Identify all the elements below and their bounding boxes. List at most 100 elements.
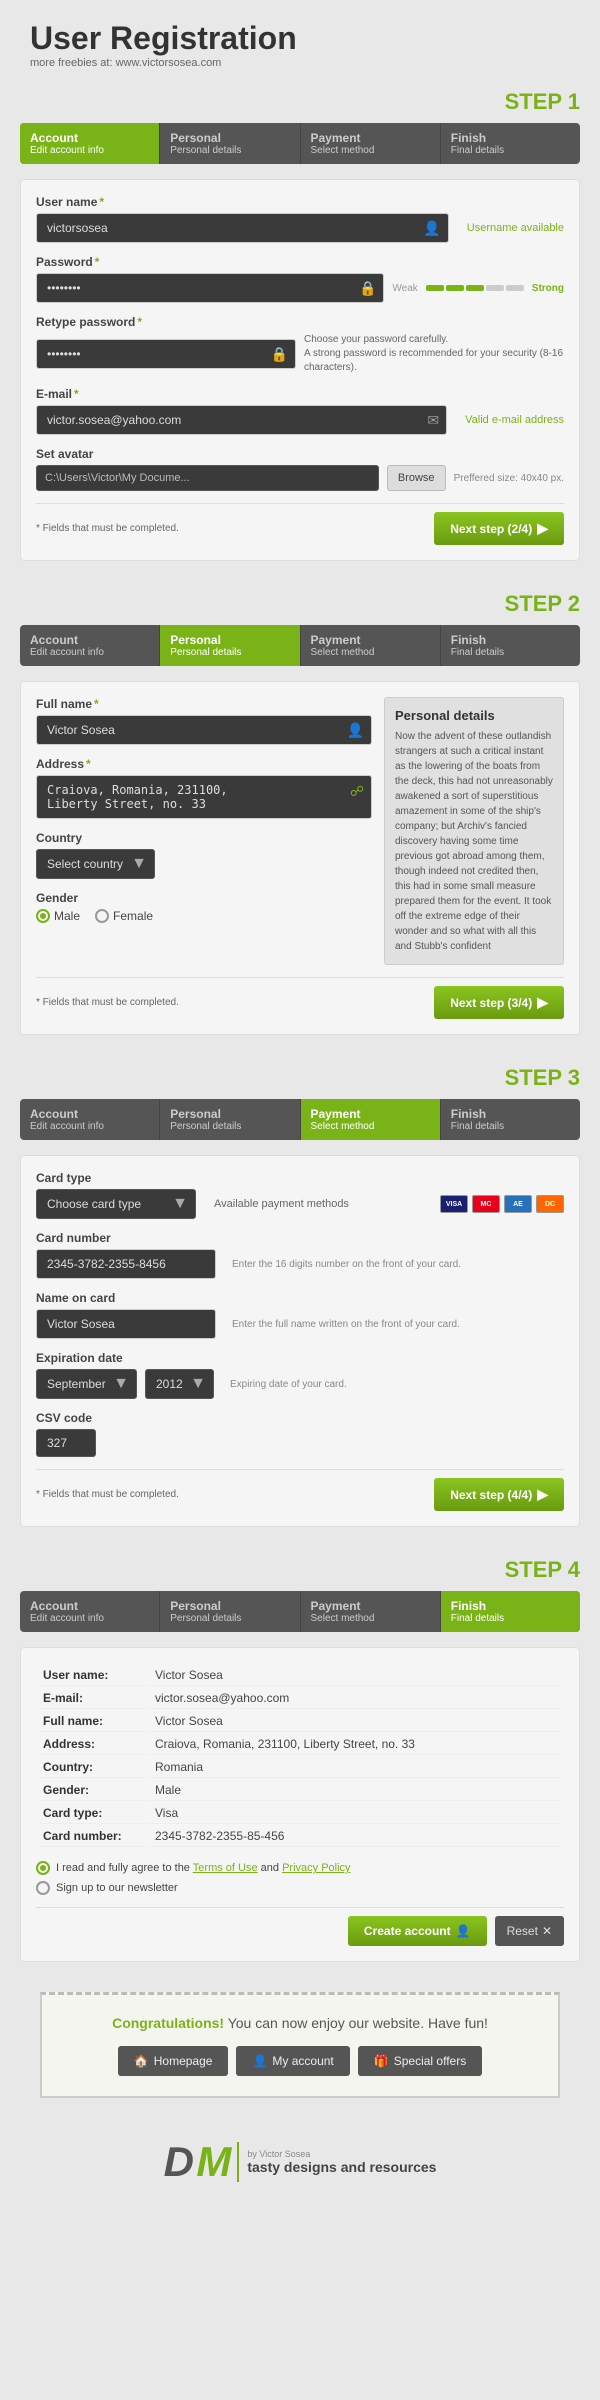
newsletter-radio[interactable] bbox=[36, 1881, 50, 1895]
month-select[interactable]: September JanuaryFebruaryMarch AprilMayJ… bbox=[36, 1369, 137, 1399]
step2-right: Personal details Now the advent of these… bbox=[384, 697, 564, 965]
retype-password-label: Retype password* bbox=[36, 315, 564, 329]
tab-account-1-sub: Edit account info bbox=[30, 145, 149, 156]
male-label: Male bbox=[54, 909, 80, 923]
retype-password-field-group: Retype password* 🔒 Choose your password … bbox=[36, 315, 564, 375]
logo-text: by Victor Sosea tasty designs and resour… bbox=[247, 2149, 436, 2175]
country-select[interactable]: Select country Romania USA bbox=[36, 849, 155, 879]
tab-payment-4[interactable]: Payment Select method bbox=[301, 1591, 441, 1632]
address-input[interactable]: Craiova, Romania, 231100, Liberty Street… bbox=[36, 775, 372, 819]
tab-personal-4[interactable]: Personal Personal details bbox=[160, 1591, 300, 1632]
summary-val-fullname: Victor Sosea bbox=[150, 1711, 562, 1732]
tab-payment-1[interactable]: Payment Select method bbox=[301, 123, 441, 164]
browse-button[interactable]: Browse bbox=[387, 465, 446, 491]
tab-payment-3[interactable]: Payment Select method bbox=[301, 1099, 441, 1140]
tab-personal-3[interactable]: Personal Personal details bbox=[160, 1099, 300, 1140]
name-on-card-label: Name on card bbox=[36, 1291, 564, 1305]
tab-account-1[interactable]: Account Edit account info bbox=[20, 123, 160, 164]
address-input-wrapper: Craiova, Romania, 231100, Liberty Street… bbox=[36, 775, 372, 819]
logo-divider bbox=[237, 2142, 239, 2182]
step4-section: STEP 4 Account Edit account info Persona… bbox=[0, 1547, 600, 1982]
logo-tagline: tasty designs and resources bbox=[247, 2159, 436, 2175]
gender-male[interactable]: Male bbox=[36, 909, 80, 923]
address-label: Address* bbox=[36, 757, 372, 771]
step2-form: Full name* 👤 Address* Craiova, Romania, … bbox=[20, 681, 580, 1035]
expiration-row: September JanuaryFebruaryMarch AprilMayJ… bbox=[36, 1369, 564, 1399]
next-step-4-button[interactable]: Next step (4/4) ▶ bbox=[434, 1478, 564, 1511]
email-valid-msg: Valid e-mail address bbox=[465, 414, 564, 426]
tab-account-3[interactable]: Account Edit account info bbox=[20, 1099, 160, 1140]
summary-key-country: Country: bbox=[38, 1757, 148, 1778]
tab-personal-1[interactable]: Personal Personal details bbox=[160, 123, 300, 164]
step2-label: STEP 2 bbox=[20, 591, 580, 617]
fullname-field-group: Full name* 👤 bbox=[36, 697, 372, 745]
tab-finish-4[interactable]: Finish Final details bbox=[441, 1591, 580, 1632]
step3-progress-tabs: Account Edit account info Personal Perso… bbox=[20, 1099, 580, 1140]
next-step-3-button[interactable]: Next step (3/4) ▶ bbox=[434, 986, 564, 1019]
tab-account-4[interactable]: Account Edit account info bbox=[20, 1591, 160, 1632]
gender-female[interactable]: Female bbox=[95, 909, 153, 923]
expiration-label: Expiration date bbox=[36, 1351, 564, 1365]
step2-progress-tabs: Account Edit account info Personal Perso… bbox=[20, 625, 580, 666]
location-icon: ☍ bbox=[350, 783, 364, 800]
name-on-card-input[interactable] bbox=[36, 1309, 216, 1339]
footer-logo: D M by Victor Sosea tasty designs and re… bbox=[0, 2118, 600, 2206]
fullname-input-wrapper: 👤 bbox=[36, 715, 372, 745]
special-offers-button[interactable]: 🎁 Special offers bbox=[358, 2046, 482, 2076]
homepage-button[interactable]: 🏠 Homepage bbox=[118, 2046, 229, 2076]
user-icon: 👤 bbox=[423, 220, 440, 237]
card-type-field-group: Card type Choose card type Visa MasterCa… bbox=[36, 1171, 564, 1219]
fullname-icon: 👤 bbox=[347, 722, 364, 739]
card-type-select[interactable]: Choose card type Visa MasterCard America… bbox=[36, 1189, 196, 1219]
card-number-row: Enter the 16 digits number on the front … bbox=[36, 1249, 564, 1279]
summary-val-gender: Male bbox=[150, 1780, 562, 1801]
create-account-button[interactable]: Create account 👤 bbox=[348, 1916, 487, 1946]
csv-input[interactable] bbox=[36, 1429, 96, 1457]
my-account-button[interactable]: 👤 My account bbox=[236, 2046, 349, 2076]
privacy-policy-link[interactable]: Privacy Policy bbox=[282, 1862, 350, 1874]
next-step-2-button[interactable]: Next step (2/4) ▶ bbox=[434, 512, 564, 545]
tab-account-1-title: Account bbox=[30, 131, 149, 145]
table-row: Gender: Male bbox=[38, 1780, 562, 1801]
reset-button[interactable]: Reset ✕ bbox=[495, 1916, 564, 1946]
summary-table: User name: Victor Sosea E-mail: victor.s… bbox=[36, 1663, 564, 1849]
strength-bar bbox=[426, 285, 524, 291]
terms-of-use-link[interactable]: Terms of Use bbox=[193, 1862, 258, 1874]
header-subtitle: more freebies at: www.victorsosea.com bbox=[30, 57, 570, 69]
country-field-group: Country Select country Romania USA ▼ bbox=[36, 831, 372, 879]
tab-finish-1[interactable]: Finish Final details bbox=[441, 123, 580, 164]
bar-seg-4 bbox=[486, 285, 504, 291]
female-label: Female bbox=[113, 909, 153, 923]
avatar-label: Set avatar bbox=[36, 447, 564, 461]
year-select[interactable]: 201220132014 bbox=[145, 1369, 214, 1399]
username-input[interactable] bbox=[36, 213, 449, 243]
summary-key-cardnumber: Card number: bbox=[38, 1826, 148, 1847]
email-input[interactable] bbox=[36, 405, 447, 435]
tab-payment-1-sub: Select method bbox=[311, 145, 430, 156]
table-row: Full name: Victor Sosea bbox=[38, 1711, 562, 1732]
terms-checkbox[interactable] bbox=[36, 1861, 50, 1875]
retype-password-input[interactable] bbox=[36, 339, 296, 369]
avatar-row: C:\Users\Victor\My Docume... Browse Pref… bbox=[36, 465, 564, 491]
tab-account-2[interactable]: Account Edit account info bbox=[20, 625, 160, 666]
email-field-group: E-mail* ✉ Valid e-mail address bbox=[36, 387, 564, 435]
password-input[interactable] bbox=[36, 273, 384, 303]
avatar-field-group: Set avatar C:\Users\Victor\My Docume... … bbox=[36, 447, 564, 491]
account-icon: 👤 bbox=[252, 2054, 267, 2068]
fullname-input[interactable] bbox=[36, 715, 372, 745]
table-row: E-mail: victor.sosea@yahoo.com bbox=[38, 1688, 562, 1709]
next-arrow-icon: ▶ bbox=[537, 520, 548, 537]
username-field-group: User name* 👤 Username available bbox=[36, 195, 564, 243]
tab-personal-2[interactable]: Personal Personal details bbox=[160, 625, 300, 666]
tab-payment-2[interactable]: Payment Select method bbox=[301, 625, 441, 666]
country-select-wrapper: Select country Romania USA ▼ bbox=[36, 849, 155, 879]
bar-seg-5 bbox=[506, 285, 524, 291]
step4-progress-tabs: Account Edit account info Personal Perso… bbox=[20, 1591, 580, 1632]
month-select-wrapper: September JanuaryFebruaryMarch AprilMayJ… bbox=[36, 1369, 137, 1399]
tab-finish-3[interactable]: Finish Final details bbox=[441, 1099, 580, 1140]
male-radio-dot bbox=[36, 909, 50, 923]
strength-strong-label: Strong bbox=[532, 283, 564, 294]
card-number-input[interactable] bbox=[36, 1249, 216, 1279]
tab-finish-2[interactable]: Finish Final details bbox=[441, 625, 580, 666]
password-field-group: Password* 🔒 Weak Strong bbox=[36, 255, 564, 303]
